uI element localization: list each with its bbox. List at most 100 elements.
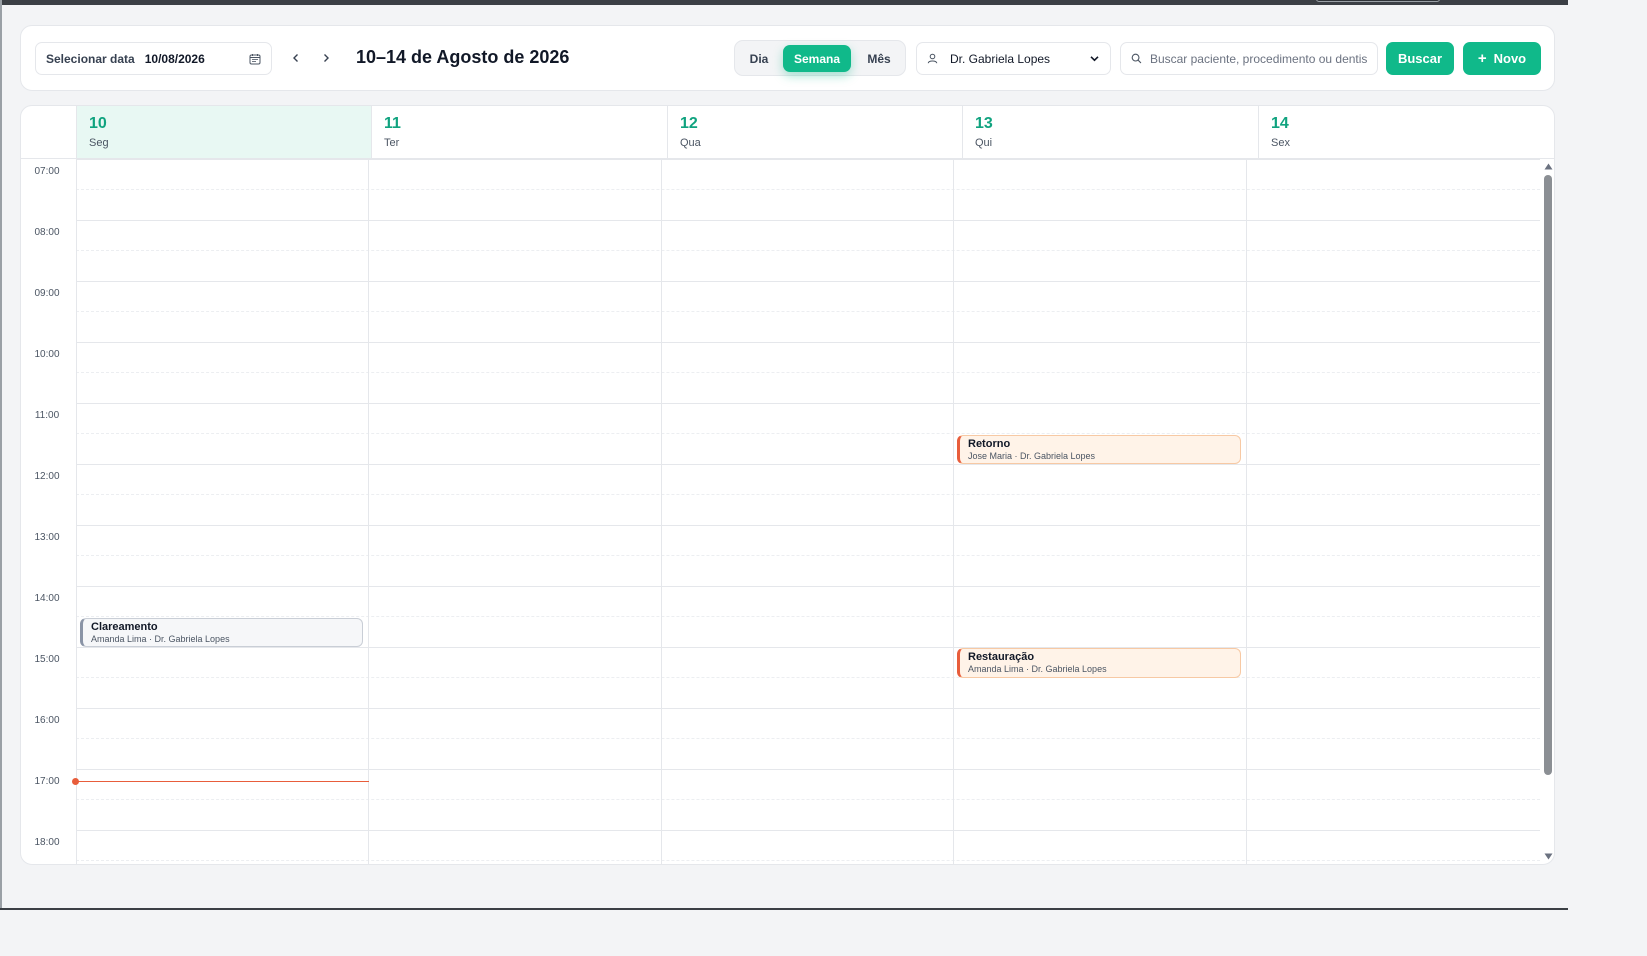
hour-gridline xyxy=(76,586,1540,587)
search-icon xyxy=(1131,53,1142,64)
date-picker-value: 10/08/2026 xyxy=(144,51,205,66)
window-tab-pill xyxy=(1316,0,1440,2)
date-picker[interactable]: Selecionar data 10/08/2026 xyxy=(35,42,272,75)
calendar-grid: 07:00 08:00 09:00 10:00 11:00 12:00 13:00 14:00… xyxy=(21,159,1553,864)
calendar-scrollbar[interactable] xyxy=(1541,159,1554,864)
hour-gridline xyxy=(76,403,1540,404)
half-hour-gridline xyxy=(76,616,1540,617)
day-number: 10 xyxy=(89,115,107,132)
chevron-right-icon xyxy=(324,54,329,62)
hour-gridline xyxy=(76,769,1540,770)
search-button[interactable]: Buscar xyxy=(1386,42,1454,75)
appointment-subtitle: Amanda Lima · Dr. Gabriela Lopes xyxy=(91,633,230,644)
doctor-select[interactable]: Dr. Gabriela Lopes xyxy=(916,42,1111,75)
appointment-card[interactable]: Restauração Amanda Lima · Dr. Gabriela Lo… xyxy=(957,648,1241,678)
day-column-divider xyxy=(368,159,369,864)
half-hour-gridline xyxy=(76,433,1540,434)
prev-week-button[interactable] xyxy=(286,48,306,68)
appointment-subtitle: Jose Maria · Dr. Gabriela Lopes xyxy=(968,450,1096,461)
chevron-left-icon xyxy=(293,54,298,62)
week-range-title: 10–14 de Agosto de 2026 xyxy=(356,47,570,67)
half-hour-gridline xyxy=(76,738,1540,739)
half-hour-gridline xyxy=(76,555,1540,556)
day-weekday: Seg xyxy=(89,137,109,149)
half-hour-gridline xyxy=(76,250,1540,251)
day-header-12[interactable]: 12 Qua xyxy=(667,106,962,158)
hour-gridline xyxy=(76,464,1540,465)
chevron-down-icon xyxy=(1090,56,1099,62)
window-top-strip xyxy=(0,0,1568,5)
day-number: 13 xyxy=(975,115,993,132)
appointment-title: Clareamento xyxy=(91,620,158,633)
calendar-icon[interactable] xyxy=(249,53,261,65)
time-label: 16:00 xyxy=(34,715,60,726)
day-weekday: Sex xyxy=(1271,137,1290,149)
date-picker-label: Selecionar data xyxy=(46,51,135,66)
window-left-edge xyxy=(0,0,2,910)
day-header-11[interactable]: 11 Ter xyxy=(371,106,667,158)
time-label: 18:00 xyxy=(34,837,60,848)
hour-gridline xyxy=(76,220,1540,221)
next-week-button[interactable] xyxy=(316,48,336,68)
time-label: 13:00 xyxy=(34,532,60,543)
day-column-divider xyxy=(953,159,954,864)
window-bottom-edge xyxy=(0,908,1568,910)
time-label: 15:00 xyxy=(34,654,60,665)
hour-gridline xyxy=(76,708,1540,709)
day-header-14[interactable]: 14 Sex xyxy=(1258,106,1554,158)
day-column-divider xyxy=(661,159,662,864)
day-column-divider xyxy=(1246,159,1247,864)
time-label: 14:00 xyxy=(34,593,60,604)
half-hour-gridline xyxy=(76,311,1540,312)
half-hour-gridline xyxy=(76,677,1540,678)
day-number: 12 xyxy=(680,115,698,132)
hour-gridline xyxy=(76,647,1540,648)
half-hour-gridline xyxy=(76,799,1540,800)
time-label: 11:00 xyxy=(34,410,60,421)
appointment-title: Retorno xyxy=(968,437,1011,450)
search-input[interactable] xyxy=(1149,51,1367,66)
new-appointment-label: Novo xyxy=(1493,51,1527,66)
plus-icon: + xyxy=(1477,50,1487,67)
scroll-down-arrow-icon[interactable] xyxy=(1544,853,1553,860)
half-hour-gridline xyxy=(76,860,1540,861)
day-number: 14 xyxy=(1271,115,1289,132)
view-month-tab[interactable]: Mês xyxy=(857,45,901,72)
new-appointment-button[interactable]: + Novo xyxy=(1463,42,1541,75)
view-day-tab[interactable]: Dia xyxy=(739,45,779,72)
half-hour-gridline xyxy=(76,494,1540,495)
view-week-tab[interactable]: Semana xyxy=(783,45,851,72)
time-label: 08:00 xyxy=(34,227,60,238)
half-hour-gridline xyxy=(76,189,1540,190)
appointment-title: Restauração xyxy=(968,651,1035,663)
hour-gridline xyxy=(76,830,1540,831)
time-label: 10:00 xyxy=(34,349,60,360)
calendar-toolbar: Selecionar data 10/08/2026 10–14 de Agos… xyxy=(20,25,1555,91)
hour-gridline xyxy=(76,342,1540,343)
hour-gridline xyxy=(76,281,1540,282)
day-weekday: Ter xyxy=(384,137,400,149)
appointment-card[interactable]: Clareamento Amanda Lima · Dr. Gabriela Lo… xyxy=(80,617,363,647)
view-switcher: Dia Semana Mês xyxy=(734,40,906,76)
day-weekday: Qua xyxy=(680,137,701,149)
user-icon xyxy=(927,53,938,64)
half-hour-gridline xyxy=(76,372,1540,373)
time-label: 12:00 xyxy=(34,471,60,482)
day-column-divider xyxy=(76,159,77,864)
current-time-line xyxy=(76,781,369,783)
time-label: 17:00 xyxy=(34,776,60,787)
scrollbar-thumb[interactable] xyxy=(1544,175,1552,775)
hour-gridline xyxy=(76,159,1540,160)
day-number: 11 xyxy=(384,115,401,132)
scroll-up-arrow-icon[interactable] xyxy=(1544,163,1553,170)
search-box xyxy=(1120,42,1378,75)
doctor-select-value: Dr. Gabriela Lopes xyxy=(950,51,1051,66)
hour-gridline xyxy=(76,525,1540,526)
time-label: 09:00 xyxy=(34,288,60,299)
day-header-13[interactable]: 13 Qui xyxy=(962,106,1258,158)
appointment-subtitle: Amanda Lima · Dr. Gabriela Lopes xyxy=(968,664,1107,674)
day-header-10[interactable]: 10 Seg xyxy=(76,106,371,158)
time-label: 07:00 xyxy=(34,166,60,177)
appointment-card[interactable]: Retorno Jose Maria · Dr. Gabriela Lopes xyxy=(957,434,1241,464)
day-weekday: Qui xyxy=(975,137,993,149)
